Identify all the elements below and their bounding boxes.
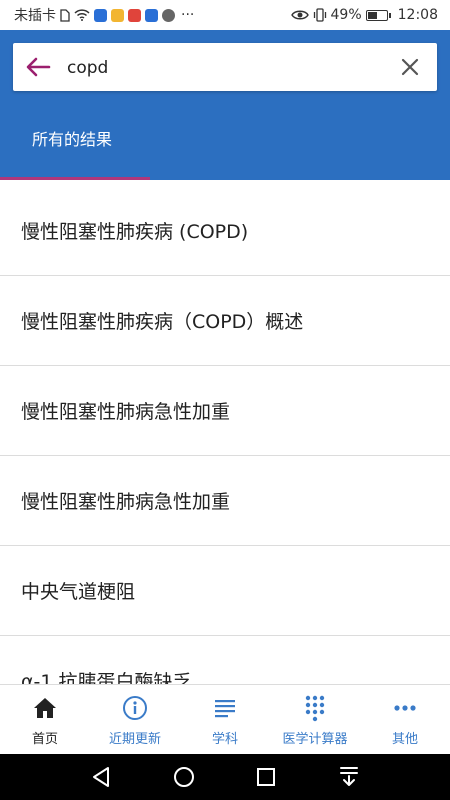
results-list: 慢性阻塞性肺疾病 (COPD) 慢性阻塞性肺疾病（COPD）概述 慢性阻塞性肺病… xyxy=(0,186,450,684)
status-left: 未插卡 ··· xyxy=(14,5,194,25)
nav-calculator[interactable]: 医学计算器 xyxy=(270,685,360,754)
back-button[interactable] xyxy=(21,50,55,84)
search-input[interactable] xyxy=(65,51,389,85)
arrow-left-icon xyxy=(26,57,51,77)
wifi-icon xyxy=(74,9,90,21)
nav-specialties-label: 学科 xyxy=(211,732,238,747)
system-home-button[interactable] xyxy=(164,757,204,797)
list-icon xyxy=(215,700,235,718)
more-icon xyxy=(394,705,416,711)
nav-recent-updates-label: 近期更新 xyxy=(108,732,161,747)
battery-icon xyxy=(365,9,391,21)
app-bulb-icon xyxy=(145,8,158,22)
home-icon xyxy=(34,698,56,718)
more-notifications-text: ··· xyxy=(181,7,195,23)
nav-specialties[interactable]: 学科 xyxy=(180,685,270,754)
nav-recent-updates[interactable]: 近期更新 xyxy=(90,685,180,754)
circle-home-icon xyxy=(173,767,194,787)
list-item[interactable]: 慢性阻塞性肺疾病（COPD）概述 xyxy=(0,276,450,366)
status-bar: 未插卡 ··· 49% 12:08 xyxy=(0,0,450,30)
app-shield-icon xyxy=(94,8,107,22)
nav-more[interactable]: 其他 xyxy=(360,685,450,754)
system-recents-button[interactable] xyxy=(246,757,286,797)
status-right: 49% 12:08 xyxy=(290,7,438,23)
tab-all-results[interactable]: 所有的结果 xyxy=(0,108,150,180)
list-item[interactable]: 慢性阻塞性肺病急性加重 xyxy=(0,366,450,456)
tab-all-results-label: 所有的结果 xyxy=(32,130,113,149)
system-notification-button[interactable] xyxy=(329,757,369,797)
bottom-nav: 首页 近期更新 学科 医学计算器 其他 xyxy=(0,684,450,754)
search-header: 所有的结果 xyxy=(0,30,450,180)
list-item[interactable]: 中央气道梗阻 xyxy=(0,546,450,636)
eye-icon xyxy=(290,9,309,21)
app-yellow-icon xyxy=(111,8,124,22)
battery-percent: 49% xyxy=(330,7,362,23)
nav-more-label: 其他 xyxy=(391,732,418,747)
vibrate-icon xyxy=(313,8,327,22)
system-nav-bar xyxy=(0,754,450,800)
triangle-back-icon xyxy=(93,767,110,787)
carrier-text: 未插卡 xyxy=(14,8,56,24)
nav-calculator-label: 医学计算器 xyxy=(282,732,348,747)
square-recents-icon xyxy=(257,768,276,786)
close-icon xyxy=(401,58,419,76)
search-box xyxy=(13,43,437,91)
clock: 12:08 xyxy=(397,7,438,23)
list-item[interactable]: 慢性阻塞性肺病急性加重 xyxy=(0,456,450,546)
list-item[interactable]: 慢性阻塞性肺疾病 (COPD) xyxy=(0,186,450,276)
info-icon xyxy=(123,696,147,720)
clear-search-button[interactable] xyxy=(395,52,425,82)
keypad-icon xyxy=(305,695,325,722)
tab-indicator xyxy=(0,177,150,180)
weibo-icon xyxy=(128,8,141,22)
pull-down-icon xyxy=(339,767,358,786)
app-globe-icon xyxy=(162,8,175,22)
list-item[interactable]: α-1 抗胰蛋白酶缺乏 xyxy=(0,636,450,684)
nav-home[interactable]: 首页 xyxy=(0,685,90,754)
system-back-button[interactable] xyxy=(81,757,121,797)
nav-home-label: 首页 xyxy=(31,732,58,747)
sim-icon xyxy=(60,8,70,22)
